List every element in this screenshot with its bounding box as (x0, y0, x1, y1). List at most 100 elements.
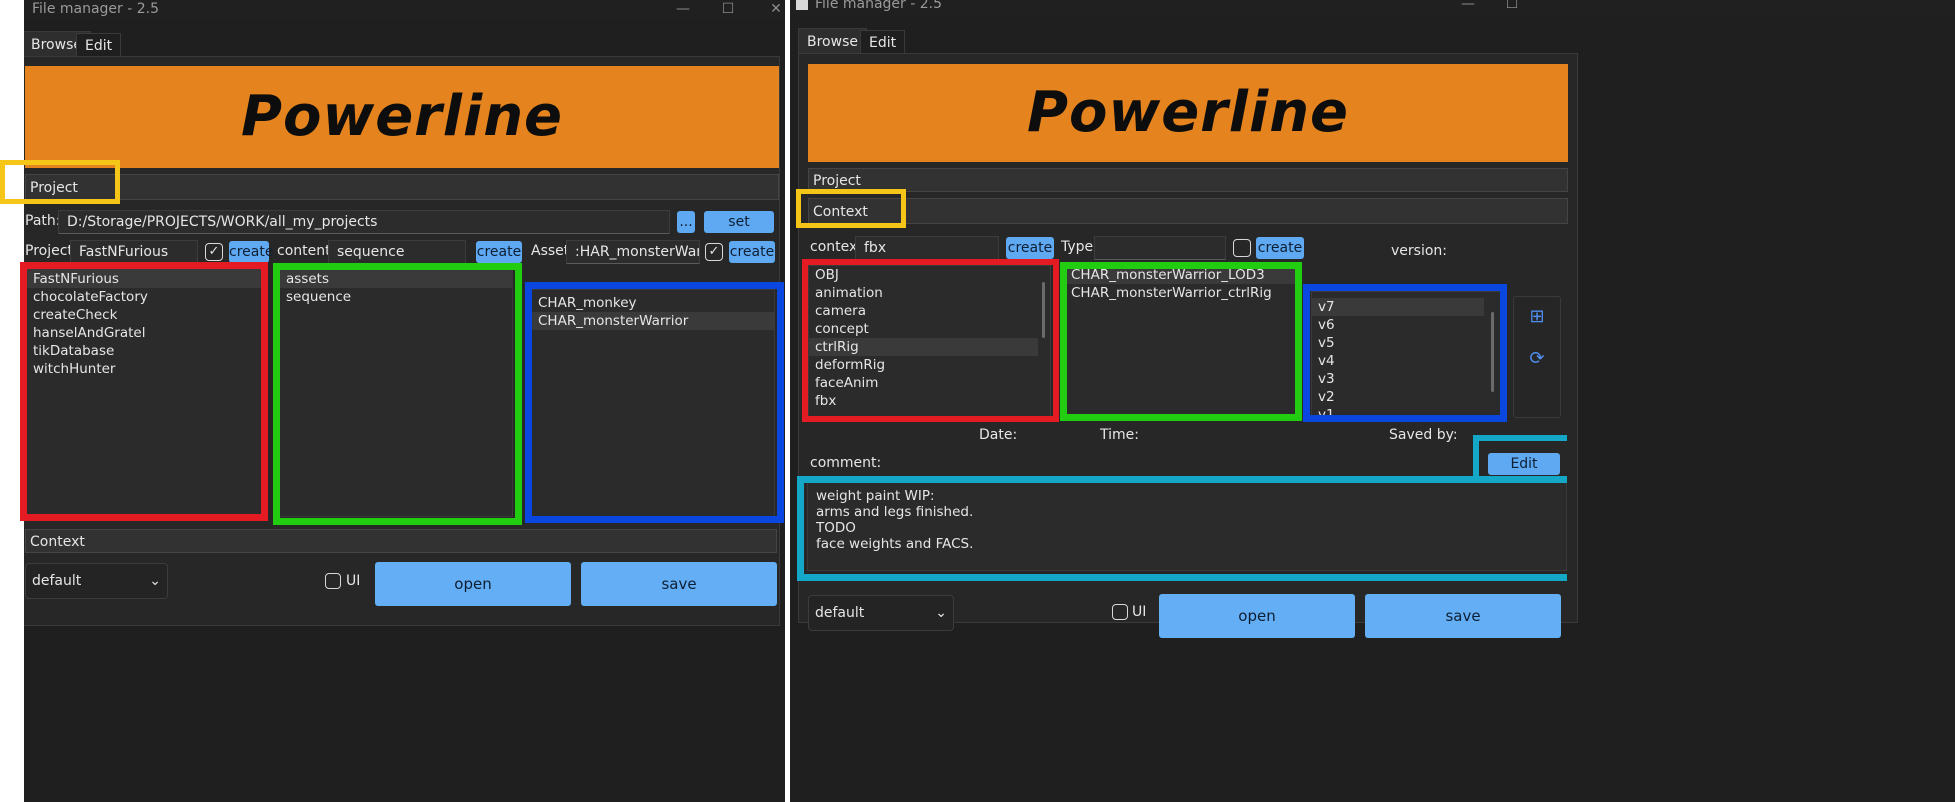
left-logo-banner: Powerline (25, 66, 779, 168)
left-file-manager-window: File manager - 2.5 — ☐ ✕ Browse Edit Pow… (24, 0, 785, 802)
right-title-bar: File manager - 2.5 — ☐ (790, 0, 1955, 16)
browse-path-button[interactable]: ... (677, 211, 695, 233)
context-list-item[interactable]: fbx (809, 392, 1050, 410)
add-version-icon[interactable]: ⊞ (1524, 305, 1550, 331)
chevron-down-icon: ⌄ (149, 573, 161, 589)
content-list[interactable]: assets sequence (279, 269, 513, 517)
left-minimize-button[interactable]: — (671, 0, 695, 20)
refresh-icon[interactable]: ⟳ (1524, 347, 1550, 373)
project-list-item[interactable]: FastNFurious (27, 270, 261, 288)
project-list-item[interactable]: chocolateFactory (27, 288, 261, 306)
context-list-item[interactable]: faceAnim (809, 374, 1050, 392)
version-list-item[interactable]: v1 (1312, 406, 1500, 416)
left-preset-dropdown[interactable]: default ⌄ (25, 563, 168, 599)
project-list-item[interactable]: hanselAndGratel (27, 324, 261, 342)
right-save-button[interactable]: save (1365, 594, 1561, 638)
asset-name-field[interactable]: :HAR_monsterWarrior (566, 240, 700, 264)
set-path-button[interactable]: set (704, 211, 774, 233)
left-close-button[interactable]: ✕ (764, 0, 785, 20)
edit-comment-button[interactable]: Edit (1488, 453, 1560, 475)
right-logo-text: Powerline (1026, 80, 1350, 145)
version-list-item[interactable]: v4 (1312, 352, 1500, 370)
project-list-item[interactable]: tikDatabase (27, 342, 261, 360)
right-ui-checkbox[interactable] (1112, 604, 1128, 620)
right-project-section-header[interactable]: Project (808, 168, 1568, 192)
create-type-button[interactable]: create (1256, 237, 1304, 259)
create-asset-button[interactable]: create (729, 241, 775, 263)
left-project-section-header[interactable]: Project (25, 174, 779, 200)
context-list-item[interactable]: animation (809, 284, 1050, 302)
file-list-item[interactable]: CHAR_monsterWarrior_ctrlRig (1065, 284, 1297, 302)
context-list-item[interactable]: concept (809, 320, 1050, 338)
right-minimize-button[interactable]: — (1456, 0, 1480, 15)
time-label: Time: (1100, 427, 1139, 443)
comment-line: TODO (816, 520, 856, 536)
context-list-item[interactable]: ctrlRig (809, 338, 1038, 356)
asset-label: Asset (531, 243, 570, 259)
comment-textarea[interactable]: weight paint WIP: arms and legs finished… (807, 479, 1567, 571)
version-list-item[interactable]: v6 (1312, 316, 1500, 334)
app-icon (796, 0, 808, 10)
type-label: Type: (1061, 239, 1098, 255)
file-list-item[interactable]: CHAR_monsterWarrior_LOD3 (1065, 266, 1297, 284)
comment-line: weight paint WIP: (816, 488, 935, 504)
project-name-field[interactable]: FastNFurious (70, 240, 198, 264)
right-window-title: File manager - 2.5 (815, 0, 943, 12)
context-list-item[interactable]: deformRig (809, 356, 1050, 374)
content-name-field[interactable]: sequence (328, 240, 466, 264)
content-label: content: (277, 243, 336, 259)
right-maximize-button[interactable]: ☐ (1500, 0, 1524, 15)
version-list-scrollbar[interactable] (1491, 312, 1494, 392)
asset-checkbox[interactable]: ✓ (705, 243, 723, 261)
context-list-item[interactable]: camera (809, 302, 1050, 320)
asset-list-item[interactable]: CHAR_monsterWarrior (532, 312, 774, 330)
asset-list[interactable]: CHAR_monkey CHAR_monsterWarrior (531, 289, 775, 517)
type-field[interactable] (1094, 236, 1226, 260)
right-tab-edit[interactable]: Edit (860, 30, 906, 54)
content-list-item[interactable]: assets (280, 270, 512, 288)
file-list[interactable]: CHAR_monsterWarrior_LOD3 CHAR_monsterWar… (1064, 265, 1298, 417)
asset-list-item[interactable]: CHAR_monkey (532, 294, 774, 312)
comment-line: arms and legs finished. (816, 504, 974, 520)
context-list[interactable]: OBJ animation camera concept ctrlRig def… (808, 265, 1051, 417)
left-tab-edit[interactable]: Edit (76, 33, 122, 57)
path-label: Path: (25, 213, 61, 229)
left-open-button[interactable]: open (375, 562, 571, 606)
project-list[interactable]: FastNFurious chocolateFactory createChec… (26, 269, 262, 517)
right-tab-browse[interactable]: Browse (798, 28, 867, 54)
project-list-item[interactable]: witchHunter (27, 360, 261, 378)
right-browse-pane: Powerline Project Context context fbx cr… (798, 53, 1578, 638)
project-checkbox[interactable]: ✓ (205, 243, 223, 261)
create-project-button[interactable]: create (229, 241, 273, 263)
right-logo-banner: Powerline (808, 64, 1568, 162)
right-preset-dropdown-value: default (815, 605, 865, 621)
version-actions-panel: ⊞ ⟳ (1513, 296, 1561, 418)
version-list[interactable]: v7 v6 v5 v4 v3 v2 v1 (1311, 291, 1501, 417)
left-ui-checkbox[interactable] (325, 573, 341, 589)
version-list-item[interactable]: v5 (1312, 334, 1500, 352)
path-field[interactable]: D:/Storage/PROJECTS/WORK/all_my_projects (58, 210, 670, 234)
chevron-down-icon: ⌄ (935, 605, 947, 621)
version-list-item[interactable]: v2 (1312, 388, 1500, 406)
project-list-item[interactable]: createCheck (27, 306, 261, 324)
create-context-button[interactable]: create (1006, 237, 1054, 259)
right-ui-label: UI (1132, 604, 1147, 620)
version-list-item[interactable]: v7 (1312, 298, 1484, 316)
left-context-section-header[interactable]: Context (25, 529, 777, 553)
context-list-item[interactable]: OBJ (809, 266, 1050, 284)
right-context-section-header[interactable]: Context (808, 198, 1568, 224)
comment-label: comment: (810, 455, 882, 471)
version-list-item[interactable]: v3 (1312, 370, 1500, 388)
right-open-button[interactable]: open (1159, 594, 1355, 638)
left-window-title: File manager - 2.5 (32, 1, 160, 17)
left-save-button[interactable]: save (581, 562, 777, 606)
context-name-field[interactable]: fbx (855, 236, 999, 260)
type-checkbox[interactable] (1233, 239, 1251, 257)
left-title-bar: File manager - 2.5 — ☐ ✕ (24, 0, 785, 20)
context-list-scrollbar[interactable] (1042, 282, 1045, 338)
version-label: version: (1391, 243, 1447, 259)
right-preset-dropdown[interactable]: default ⌄ (808, 595, 954, 631)
content-list-item[interactable]: sequence (280, 288, 512, 306)
create-content-button[interactable]: create (476, 241, 522, 263)
left-maximize-button[interactable]: ☐ (716, 0, 740, 20)
